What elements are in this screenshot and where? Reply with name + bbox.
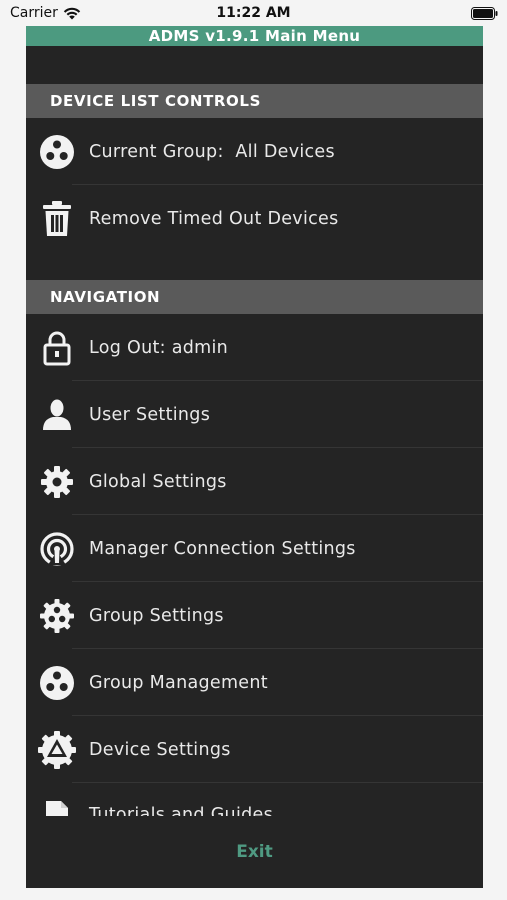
- user-settings-label: User Settings: [89, 404, 211, 425]
- navigation-header: NAVIGATION: [26, 280, 483, 314]
- menu-item-current-group[interactable]: Current Group: All Devices: [26, 118, 483, 185]
- device-gear-icon: [37, 730, 77, 770]
- menu-item-tutorials[interactable]: Tutorials and Guides: [26, 783, 483, 819]
- trash-icon: [37, 199, 77, 239]
- menu-item-user-settings[interactable]: User Settings: [26, 381, 483, 448]
- global-settings-label: Global Settings: [89, 471, 227, 492]
- broadcast-icon: [37, 529, 77, 569]
- group-settings-label: Group Settings: [89, 605, 224, 626]
- menu-item-global-settings[interactable]: Global Settings: [26, 448, 483, 515]
- group-icon: [37, 132, 77, 172]
- device-settings-label: Device Settings: [89, 739, 231, 760]
- remove-timed-out-label: Remove Timed Out Devices: [89, 208, 339, 229]
- group-management-label: Group Management: [89, 672, 268, 693]
- exit-button[interactable]: Exit: [236, 842, 273, 862]
- gear-icon: [37, 462, 77, 502]
- device-list-controls-header: DEVICE LIST CONTROLS: [26, 84, 483, 118]
- log-out-label: Log Out: admin: [89, 337, 229, 358]
- manager-connection-label: Manager Connection Settings: [89, 538, 356, 559]
- current-group-label: Current Group: All Devices: [89, 141, 335, 162]
- menu-item-log-out[interactable]: Log Out: admin: [26, 314, 483, 381]
- user-icon: [37, 395, 77, 435]
- lock-icon: [37, 328, 77, 368]
- menu-item-remove-timed-out[interactable]: Remove Timed Out Devices: [26, 185, 483, 252]
- menu-title: ADMS v1.9.1 Main Menu: [26, 26, 483, 46]
- menu-item-group-management[interactable]: Group Management: [26, 649, 483, 716]
- battery-icon: [471, 7, 498, 20]
- menu-item-manager-connection[interactable]: Manager Connection Settings: [26, 515, 483, 582]
- status-bar: Carrier 11:22 AM: [0, 0, 507, 26]
- main-menu-panel: ADMS v1.9.1 Main Menu DEVICE LIST CONTRO…: [26, 26, 483, 888]
- group-gear-icon: [37, 596, 77, 636]
- group-icon: [37, 663, 77, 703]
- clock: 11:22 AM: [216, 5, 291, 21]
- menu-item-device-settings[interactable]: Device Settings: [26, 716, 483, 783]
- footer: Exit: [26, 816, 483, 888]
- menu-item-group-settings[interactable]: Group Settings: [26, 582, 483, 649]
